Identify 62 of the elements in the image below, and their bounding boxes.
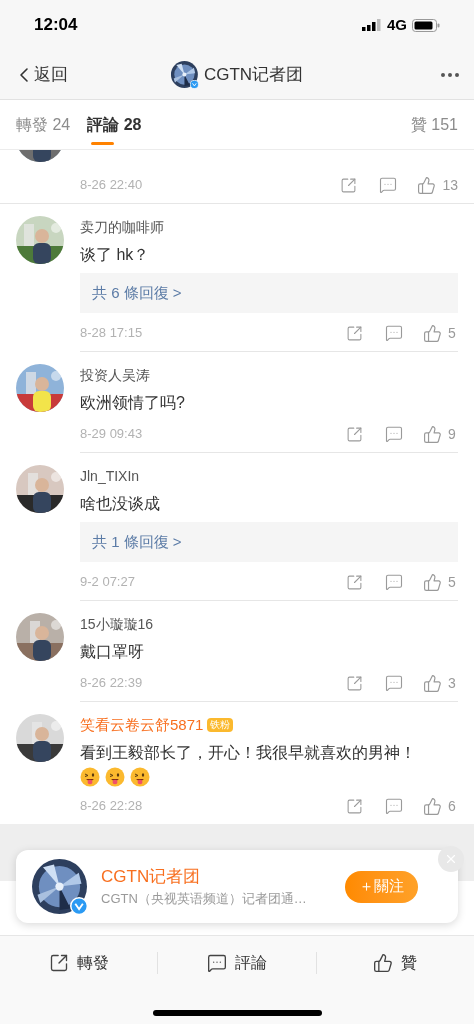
comment-icon[interactable] (385, 425, 403, 443)
back-button[interactable]: 返回 (12, 61, 68, 88)
like-count: 5 (448, 323, 457, 343)
comment-time: 8-26 22:28 (80, 797, 143, 816)
replies-link[interactable]: 共 6 條回復 > (80, 273, 458, 313)
share-icon[interactable] (346, 674, 363, 692)
share-icon[interactable] (346, 425, 363, 443)
like-count: 9 (448, 424, 457, 444)
comment-time: 8-26 22:40 (80, 176, 143, 195)
tab[interactable]: 贊 151 (410, 100, 458, 149)
tab[interactable]: 評論 28 (87, 100, 142, 149)
page-title: CGTN记者团 (203, 63, 304, 86)
tongue-emoji-icon (130, 767, 150, 787)
share-icon[interactable] (346, 573, 363, 591)
share-icon[interactable] (340, 176, 358, 194)
comment-time: 9-2 07:27 (80, 573, 135, 592)
comment-text: 谈了 hk？ (80, 245, 151, 265)
like-count: 13 (442, 175, 458, 195)
like-icon[interactable] (423, 796, 442, 816)
comment-time: 8-26 22:39 (80, 674, 143, 693)
like-icon (373, 953, 394, 973)
like-icon[interactable] (423, 323, 442, 343)
comment-time: 8-29 09:43 (80, 425, 143, 444)
tab[interactable]: 轉發 24 (16, 100, 71, 149)
action-button[interactable]: 評論 (158, 951, 316, 975)
network-label: 4G (387, 14, 407, 35)
user-name[interactable]: Jln_TIXIn (80, 466, 140, 486)
comment-icon[interactable] (385, 324, 403, 342)
fan-badge: 铁粉 (207, 718, 234, 732)
comment-icon[interactable] (385, 573, 403, 591)
account-description: CGTN（央视英语频道）记者团通… (101, 889, 308, 908)
like-icon[interactable] (417, 175, 437, 195)
share-icon[interactable] (346, 324, 363, 342)
like-count: 6 (448, 796, 457, 816)
comment-icon[interactable] (379, 176, 398, 194)
comment-icon (207, 953, 227, 973)
like-icon[interactable] (423, 673, 442, 693)
user-name[interactable]: 投资人吴涛 (80, 365, 150, 385)
like-count: 3 (448, 673, 457, 693)
comment-text: 看到王毅部长了，开心！我很早就喜欢的男神！ (80, 743, 417, 763)
signal-icon (362, 19, 382, 31)
status-time: 12:04 (34, 14, 78, 37)
comment-text: 欧洲领情了吗? (80, 393, 186, 413)
user-name[interactable]: 卖刀的咖啡师 (80, 217, 164, 237)
tab-underline (91, 142, 114, 145)
tongue-emoji-icon (105, 767, 125, 787)
share-icon (48, 953, 69, 973)
comment-text: 啥也没谈成 (80, 494, 161, 514)
comment-text: 戴口罩呀 (80, 642, 145, 662)
share-icon[interactable] (346, 797, 363, 815)
replies-link[interactable]: 共 1 條回復 > (80, 522, 458, 562)
user-name[interactable]: 15小璇璇16 (80, 614, 154, 634)
action-button[interactable]: 轉發 (0, 951, 158, 975)
battery-icon (412, 18, 440, 32)
comment-time: 8-28 17:15 (80, 324, 143, 343)
comment-icon[interactable] (385, 674, 403, 692)
comment-icon[interactable] (385, 797, 403, 815)
like-icon[interactable] (423, 572, 442, 592)
action-button[interactable]: 贊 (316, 951, 474, 975)
tongue-emoji-icon (80, 767, 100, 787)
like-count: 5 (448, 572, 457, 592)
like-icon[interactable] (423, 424, 442, 444)
